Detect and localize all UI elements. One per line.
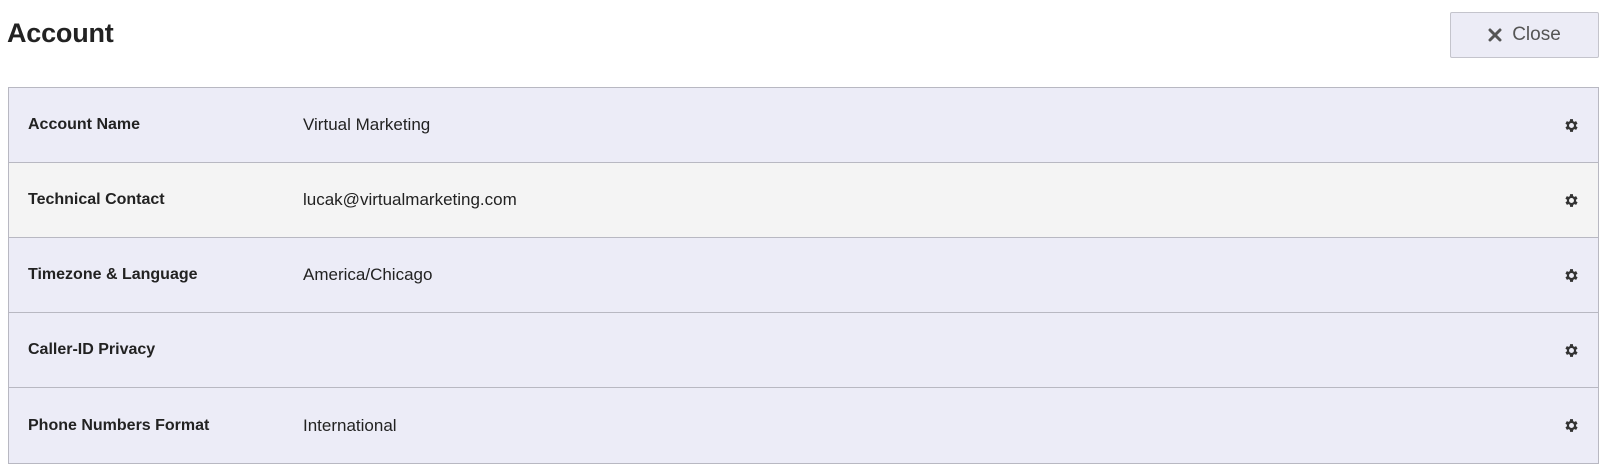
row-label: Timezone & Language — [28, 266, 198, 283]
row-phone-numbers-format: Phone Numbers Format International — [9, 388, 1598, 463]
close-button[interactable]: Close — [1450, 12, 1599, 58]
gear-icon[interactable] — [1563, 117, 1580, 134]
row-value: Virtual Marketing — [303, 115, 431, 134]
row-technical-contact: Technical Contact lucak@virtualmarketing… — [9, 163, 1598, 238]
gear-icon[interactable] — [1563, 192, 1580, 209]
row-value: America/Chicago — [303, 265, 433, 284]
row-label: Technical Contact — [28, 191, 165, 208]
row-label: Phone Numbers Format — [28, 416, 210, 434]
account-settings-table: Account Name Virtual Marketing Technical… — [8, 87, 1599, 464]
close-icon — [1488, 28, 1502, 42]
page-title: Account — [7, 18, 114, 48]
gear-icon[interactable] — [1563, 417, 1580, 434]
row-value: lucak@virtualmarketing.com — [303, 190, 517, 209]
row-label: Account Name — [28, 116, 141, 133]
row-timezone-language: Timezone & Language America/Chicago — [9, 238, 1598, 313]
gear-icon[interactable] — [1563, 342, 1580, 359]
row-caller-id-privacy: Caller-ID Privacy — [9, 313, 1598, 388]
row-account-name: Account Name Virtual Marketing — [9, 88, 1598, 163]
row-label: Caller-ID Privacy — [28, 341, 156, 358]
account-page: Account Close Account Name Virtual Marke… — [0, 0, 1606, 474]
close-button-label: Close — [1512, 24, 1561, 45]
row-value: International — [303, 415, 397, 435]
gear-icon[interactable] — [1563, 267, 1580, 284]
